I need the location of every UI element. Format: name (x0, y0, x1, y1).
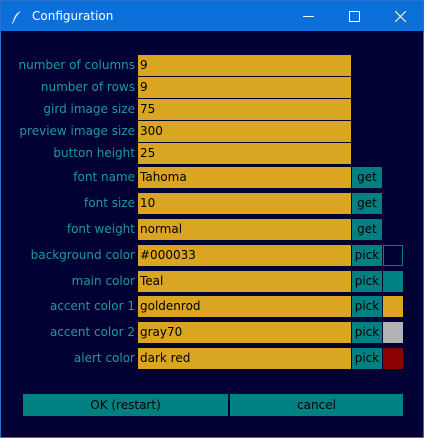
get-font-size-button[interactable]: get (352, 193, 382, 214)
ok-restart-button[interactable]: OK (restart) (23, 394, 228, 416)
number-of-rows-field[interactable] (138, 77, 351, 98)
configuration-window: Configuration number of columns number o… (0, 0, 424, 438)
setting-label: button height (53, 146, 135, 160)
close-icon (394, 7, 406, 26)
alert-color-swatch (383, 348, 403, 369)
feather-icon (10, 9, 24, 24)
pick-accent-color-1-button[interactable]: pick (352, 296, 382, 317)
setting-label: font size (84, 196, 135, 210)
pick-accent-color-2-button[interactable]: pick (352, 322, 382, 343)
minimize-icon (302, 7, 314, 26)
accent-color-1-swatch (383, 296, 403, 317)
maximize-icon (348, 7, 360, 26)
pick-background-color-button[interactable]: pick (352, 245, 382, 266)
setting-label: font weight (66, 222, 135, 236)
window-title: Configuration (32, 9, 114, 23)
number-of-columns-field[interactable] (138, 55, 351, 76)
get-font-name-button[interactable]: get (352, 167, 382, 188)
background-color-swatch (383, 245, 403, 266)
background-color-field[interactable] (138, 245, 351, 266)
accent-color-2-field[interactable] (138, 322, 351, 343)
accent-color-2-swatch (383, 322, 403, 343)
cancel-button[interactable]: cancel (230, 394, 403, 416)
setting-label: main color (71, 274, 135, 288)
accent-color-1-field[interactable] (138, 296, 351, 317)
setting-label: number of rows (40, 80, 135, 94)
close-button[interactable] (377, 1, 423, 31)
get-font-weight-button[interactable]: get (352, 219, 382, 240)
title-bar[interactable]: Configuration (1, 1, 423, 31)
minimize-button[interactable] (285, 1, 331, 31)
setting-label: accent color 1 (49, 299, 135, 313)
setting-label: number of columns (18, 58, 135, 72)
alert-color-field[interactable] (138, 348, 351, 369)
setting-label: accent color 2 (49, 325, 135, 339)
font-weight-field[interactable] (138, 219, 351, 240)
setting-label: alert color (73, 351, 135, 365)
maximize-button[interactable] (331, 1, 377, 31)
preview-image-size-field[interactable] (138, 121, 351, 142)
pick-alert-color-button[interactable]: pick (352, 348, 382, 369)
setting-label: font name (73, 170, 135, 184)
pick-main-color-button[interactable]: pick (352, 271, 382, 292)
main-color-swatch (383, 271, 403, 292)
main-color-field[interactable] (138, 271, 351, 292)
setting-label: gird image size (43, 102, 135, 116)
font-size-field[interactable] (138, 193, 351, 214)
grid-image-size-field[interactable] (138, 99, 351, 120)
font-name-field[interactable] (138, 167, 351, 188)
setting-label: preview image size (19, 124, 135, 138)
setting-label: background color (30, 248, 135, 262)
button-height-field[interactable] (138, 143, 351, 164)
